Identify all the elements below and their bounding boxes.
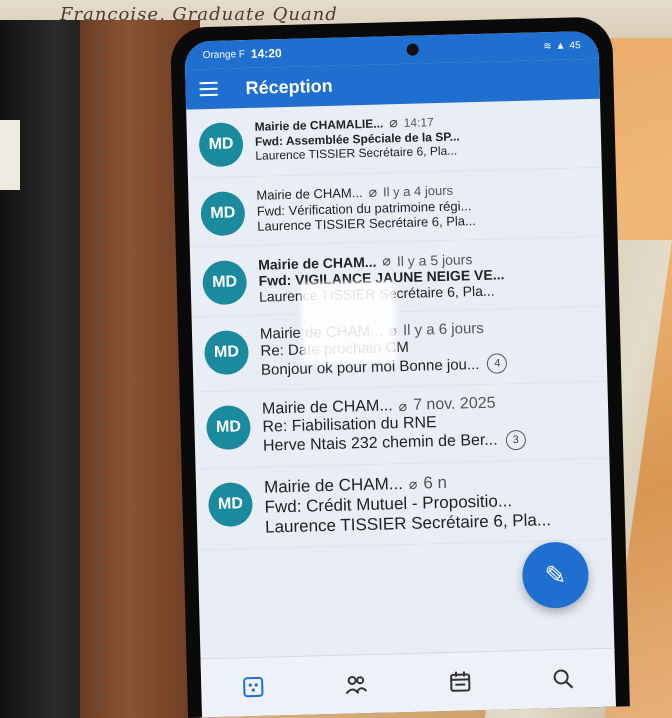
- message-body: Mairie de CHAMALIE... ⌀ 14:17 Fwd: Assem…: [254, 109, 589, 163]
- calendar-icon[interactable]: [445, 666, 476, 697]
- battery-icon: 45: [569, 39, 581, 52]
- avatar: MD: [207, 482, 254, 528]
- attachment-icon: ⌀: [398, 397, 408, 414]
- attachment-icon: ⌀: [368, 183, 378, 200]
- avatar: MD: [200, 191, 246, 237]
- message-date: Il y a 6 jours: [402, 319, 485, 340]
- message-item[interactable]: MD Mairie de CHAM... ⌀ Il y a 5 jours Fw…: [189, 236, 606, 318]
- message-item[interactable]: MD Mairie de CHAM... ⌀ 6 n Fwd: Crédit M…: [195, 458, 612, 551]
- message-body: Mairie de CHAM... ⌀ 6 n Fwd: Crédit Mutu…: [264, 469, 599, 538]
- compose-button[interactable]: ✎: [521, 541, 590, 609]
- message-date: Il y a 5 jours: [396, 250, 473, 269]
- avatar: MD: [198, 122, 244, 168]
- avatar: MD: [203, 330, 250, 376]
- status-time: 14:20: [250, 46, 282, 61]
- phone-screen: Orange F 14:20 ≋ ▲ 45 Réception MD Mairi…: [184, 30, 616, 718]
- thread-count-badge: 4: [487, 353, 508, 374]
- case-stitching: [100, 30, 104, 710]
- pencil-icon: ✎: [544, 559, 567, 590]
- message-sender: Mairie de CHAM...: [256, 185, 363, 203]
- page-title: Réception: [245, 75, 333, 98]
- message-body: Mairie de CHAM... ⌀ Il y a 4 jours Fwd: …: [256, 178, 591, 234]
- attachment-icon: ⌀: [389, 114, 398, 131]
- hamburger-menu-icon[interactable]: [199, 81, 218, 97]
- message-item[interactable]: MD Mairie de CHAMALIE... ⌀ 14:17 Fwd: As…: [186, 98, 602, 179]
- message-date: 7 nov. 2025: [412, 394, 496, 414]
- search-icon[interactable]: [548, 664, 579, 695]
- message-date: 6 n: [423, 472, 448, 493]
- message-item[interactable]: MD Mairie de CHAM... ⌀ Il y a 4 jours Fw…: [187, 167, 604, 248]
- phone: Orange F 14:20 ≋ ▲ 45 Réception MD Mairi…: [170, 16, 630, 718]
- message-sender: Mairie de CHAMALIE...: [254, 115, 384, 134]
- message-body: Mairie de CHAM... ⌀ 7 nov. 2025 Re: Fiab…: [262, 392, 597, 457]
- carrier-label: Orange F: [202, 48, 246, 61]
- light-glare: [300, 281, 397, 364]
- avatar: MD: [202, 260, 248, 306]
- thread-count-badge: 3: [505, 429, 526, 451]
- attachment-icon: ⌀: [408, 475, 418, 492]
- wifi-icon: ≋: [543, 40, 552, 52]
- mail-icon[interactable]: [238, 672, 269, 703]
- message-item[interactable]: MD Mairie de CHAM... ⌀ Il y a 6 jours Re…: [191, 306, 608, 393]
- status-left: Orange F 14:20: [203, 46, 282, 62]
- bottom-navigation: [200, 647, 616, 718]
- status-icons: ≋ ▲ 45: [543, 40, 581, 52]
- people-icon[interactable]: [341, 669, 372, 700]
- message-item[interactable]: MD Mairie de CHAM... ⌀ 7 nov. 2025 Re: F…: [193, 381, 610, 470]
- message-date: Il y a 4 jours: [382, 182, 454, 200]
- message-date: 14:17: [403, 114, 434, 130]
- attachment-icon: ⌀: [382, 252, 392, 269]
- front-camera: [406, 43, 419, 56]
- signal-icon: ▲: [555, 40, 566, 52]
- message-list: MD Mairie de CHAMALIE... ⌀ 14:17 Fwd: As…: [186, 98, 612, 551]
- photo-scene: Françoise, Graduate Quand Orange F 14:20…: [0, 0, 672, 718]
- paper-strip: [0, 120, 20, 190]
- avatar: MD: [205, 405, 252, 451]
